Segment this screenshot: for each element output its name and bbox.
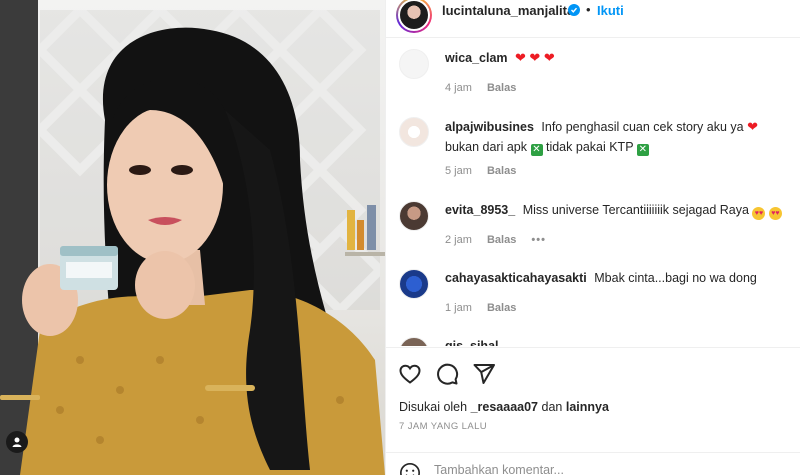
comment-body: Mbak cinta...bagi no wa dong bbox=[594, 271, 757, 285]
commenter-username[interactable]: gis_sihal bbox=[445, 339, 499, 346]
post-sidebar: lucintaluna_manjalita • Ikuti wica_clam … bbox=[385, 0, 800, 475]
share-icon[interactable] bbox=[472, 362, 496, 386]
reply-button[interactable]: Balas bbox=[487, 302, 516, 314]
likes-prefix: Disukai oleh bbox=[399, 400, 468, 414]
likes-others-link[interactable]: lainnya bbox=[566, 400, 609, 414]
comment-text: cahayasakticahayasakti Mbak cinta...bagi… bbox=[445, 268, 795, 288]
liker-username[interactable]: _resaaaa07 bbox=[471, 400, 538, 414]
commenter-username[interactable]: wica_clam bbox=[445, 51, 508, 65]
more-options-icon[interactable]: ••• bbox=[531, 234, 546, 246]
comment-body-cont: bukan dari apk bbox=[445, 140, 528, 154]
comment-text: alpajwibusines Info penghasil cuan cek s… bbox=[445, 117, 795, 157]
heart-eyes-emoji: ♥♥ bbox=[752, 207, 766, 220]
post-header: lucintaluna_manjalita • Ikuti bbox=[386, 0, 800, 38]
verified-icon bbox=[568, 4, 580, 16]
reply-button[interactable]: Balas bbox=[487, 165, 516, 177]
comment-text: evita_8953_ Miss universe Tercantiiiiiii… bbox=[445, 200, 795, 220]
comment-meta: 5 jam Balas bbox=[445, 165, 528, 177]
follow-button[interactable]: Ikuti bbox=[597, 3, 624, 18]
comment-composer bbox=[386, 452, 800, 475]
emoji-icon[interactable] bbox=[399, 462, 421, 475]
commenter-username[interactable]: evita_8953_ bbox=[445, 203, 515, 217]
heart-emoji: ❤ bbox=[747, 119, 759, 134]
comment-meta: 1 jam Balas bbox=[445, 302, 528, 314]
reply-button[interactable]: Balas bbox=[487, 82, 516, 94]
comment-time: 2 jam bbox=[445, 234, 472, 246]
user-tag-icon[interactable] bbox=[6, 431, 28, 453]
action-bar bbox=[386, 347, 800, 397]
comment-text: wica_clam ❤ ❤ ❤ bbox=[445, 48, 795, 68]
comment-time: 5 jam bbox=[445, 165, 472, 177]
commenter-avatar[interactable] bbox=[399, 117, 429, 147]
commenter-avatar[interactable] bbox=[399, 269, 429, 299]
cross-mark-emoji: ✕ bbox=[530, 144, 543, 156]
reply-button[interactable]: Balas bbox=[487, 234, 516, 246]
heart-emoji: ❤ bbox=[515, 50, 526, 65]
comment-body-end: tidak pakai KTP bbox=[545, 140, 634, 154]
comment-time: 1 jam bbox=[445, 302, 472, 314]
commenter-username[interactable]: alpajwibusines bbox=[445, 120, 534, 134]
likes-conj: dan bbox=[541, 400, 563, 414]
comment-icon[interactable] bbox=[435, 362, 459, 386]
author-avatar[interactable] bbox=[396, 0, 432, 33]
post-photo[interactable] bbox=[0, 0, 385, 475]
comment-input[interactable] bbox=[434, 463, 734, 475]
heart-icon[interactable] bbox=[398, 362, 422, 386]
comment-body: Info penghasil cuan cek story aku ya bbox=[541, 120, 744, 134]
heart-emoji: ❤ bbox=[543, 50, 555, 65]
comment-body: Miss universe Tercantiiiiiiik sejagad Ra… bbox=[522, 203, 749, 217]
comment-time: 4 jam bbox=[445, 82, 472, 94]
comment-text: gis_sihal bbox=[445, 336, 795, 346]
heart-eyes-emoji: ♥♥ bbox=[768, 207, 782, 220]
header-separator: • bbox=[586, 2, 591, 17]
cross-mark-emoji: ✕ bbox=[636, 144, 649, 156]
commenter-username[interactable]: cahayasakticahayasakti bbox=[445, 271, 587, 285]
heart-emoji: ❤ bbox=[529, 50, 541, 65]
commenter-avatar[interactable] bbox=[399, 49, 429, 79]
model-figure bbox=[0, 27, 385, 475]
commenter-avatar[interactable] bbox=[399, 337, 429, 346]
comment-meta: 4 jam Balas bbox=[445, 82, 528, 94]
comments-list[interactable]: wica_clam ❤ ❤ ❤ 4 jam Balas alpajwibusin… bbox=[386, 39, 800, 346]
post-timestamp: 7 JAM YANG LALU bbox=[399, 421, 488, 432]
comment-meta: 2 jam Balas ••• bbox=[445, 234, 558, 246]
likes-summary: Disukai oleh _resaaaa07 dan lainnya bbox=[399, 400, 609, 414]
commenter-avatar[interactable] bbox=[399, 201, 429, 231]
author-username[interactable]: lucintaluna_manjalita bbox=[442, 3, 574, 18]
